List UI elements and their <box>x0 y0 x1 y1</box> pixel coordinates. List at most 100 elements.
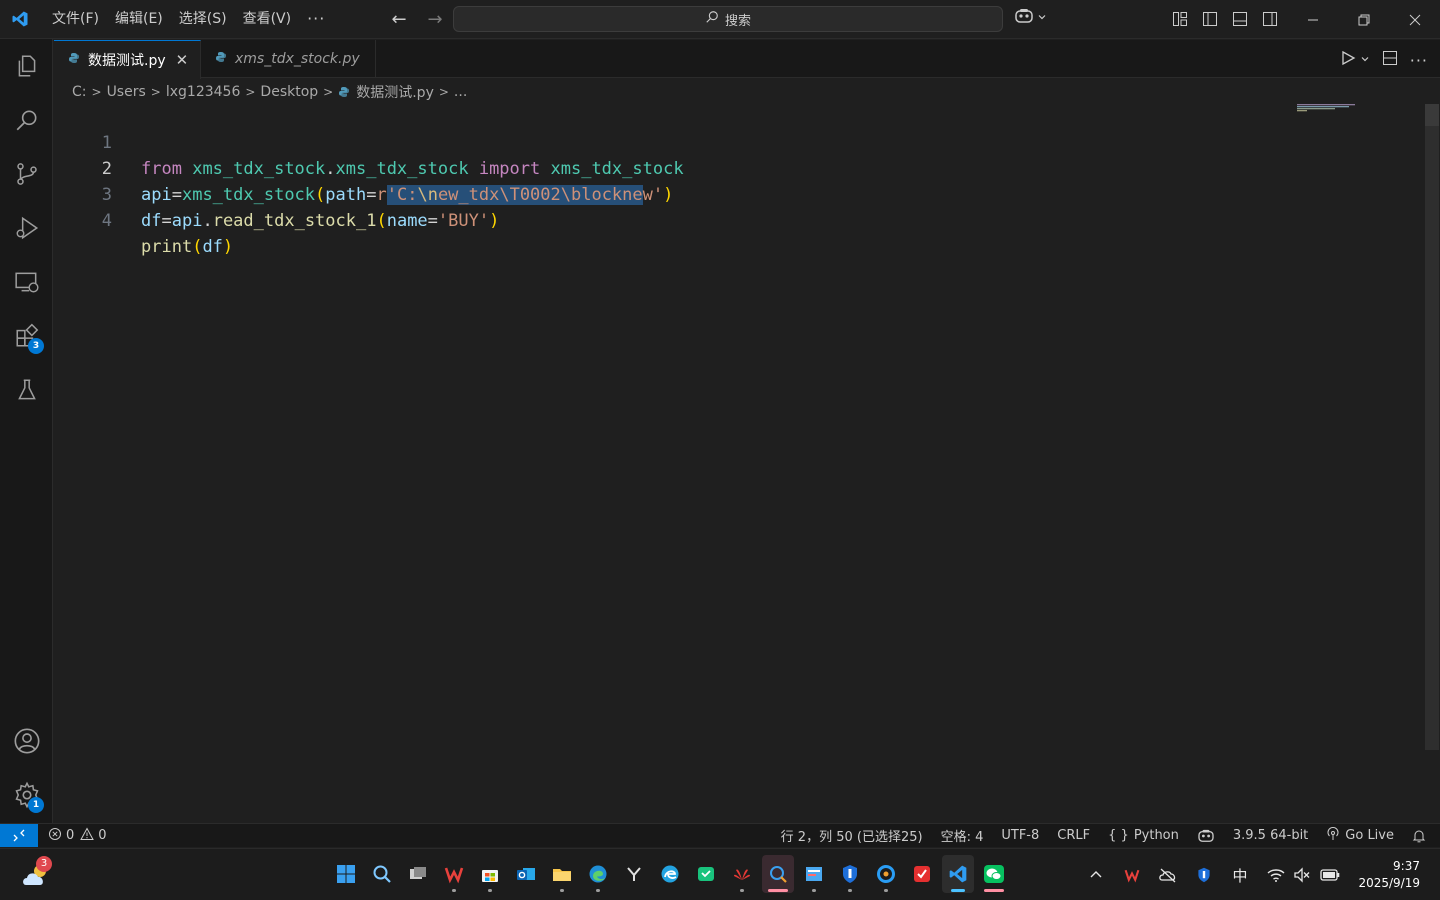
red-app-icon[interactable] <box>906 855 938 893</box>
language-mode[interactable]: { } Python <box>1108 828 1179 843</box>
task-view-icon[interactable] <box>402 855 434 893</box>
chevron-right-icon: > <box>245 85 256 99</box>
line-number: 4 <box>101 211 112 231</box>
minimap[interactable] <box>1297 104 1357 112</box>
explorer-icon[interactable] <box>0 42 53 90</box>
chevron-right-icon: > <box>323 85 334 99</box>
outlook-icon[interactable] <box>510 855 542 893</box>
customize-layout-icon[interactable] <box>1168 6 1192 32</box>
defender-shield-icon[interactable] <box>834 855 866 893</box>
vscode-taskbar-icon[interactable] <box>942 855 974 893</box>
notepad-app-icon[interactable] <box>798 855 830 893</box>
encoding[interactable]: UTF-8 <box>1001 828 1039 843</box>
toggle-primary-sidebar-icon[interactable] <box>1198 6 1222 32</box>
cursor-position[interactable]: 行 2，列 50 (已选择25) <box>781 826 923 845</box>
code-text: api=xms_tdx_stock(path=r'C:\new_tdx\T000… <box>141 185 674 205</box>
toggle-panel-icon[interactable] <box>1228 6 1252 32</box>
messaging-app-icon[interactable] <box>690 855 722 893</box>
restore-icon[interactable] <box>1338 0 1389 39</box>
extensions-icon[interactable]: 3 <box>0 312 53 360</box>
breadcrumb-file[interactable]: 数据测试.py <box>356 82 434 102</box>
accounts-icon[interactable] <box>0 717 53 765</box>
browser-ring-icon[interactable] <box>870 855 902 893</box>
editor-tab-bar: 数据测试.py ✕ xms_tdx_stock.py ··· <box>54 40 1440 79</box>
start-menu-icon[interactable] <box>330 855 362 893</box>
search-view-icon[interactable] <box>0 96 53 144</box>
close-tab-icon[interactable]: ✕ <box>176 51 189 69</box>
show-hidden-icons-chevron-icon[interactable] <box>1084 863 1108 887</box>
manage-gear-icon[interactable]: 1 <box>0 771 53 819</box>
broadcast-icon <box>1326 826 1340 845</box>
command-center-search[interactable]: 搜索 <box>453 6 1003 32</box>
tab-active-file[interactable]: 数据测试.py ✕ <box>54 40 201 79</box>
chevron-right-icon: > <box>438 85 449 99</box>
edge-ai-icon[interactable] <box>654 855 686 893</box>
ai-assistant-icon[interactable] <box>618 855 650 893</box>
notifications-bell-icon[interactable] <box>1412 829 1426 843</box>
menu-selection[interactable]: 选择(S) <box>171 6 235 32</box>
close-window-icon[interactable] <box>1389 0 1440 39</box>
testing-icon[interactable] <box>0 366 53 414</box>
system-clock[interactable]: 9:37 2025/9/19 <box>1358 858 1420 892</box>
remote-explorer-icon[interactable] <box>0 258 53 306</box>
input-method-indicator[interactable]: 中 <box>1228 863 1252 887</box>
search-app-icon[interactable] <box>762 855 794 893</box>
breadcrumb-desktop[interactable]: Desktop <box>260 84 318 100</box>
clock-date: 2025/9/19 <box>1358 876 1420 890</box>
forward-arrow-icon[interactable]: → <box>422 6 448 32</box>
remote-indicator-icon[interactable] <box>0 824 38 847</box>
chevron-right-icon: > <box>150 85 161 99</box>
end-of-line[interactable]: CRLF <box>1057 828 1090 843</box>
battery-charging-icon[interactable] <box>1318 863 1342 887</box>
python-file-icon <box>215 51 227 67</box>
wps-tray-icon[interactable] <box>1120 863 1144 887</box>
code-editor[interactable]: 1 from xms_tdx_stock.xms_tdx_stock impor… <box>54 104 1426 822</box>
breadcrumb-users[interactable]: Users <box>107 84 146 100</box>
minimize-icon[interactable] <box>1287 0 1338 39</box>
indentation[interactable]: 空格: 4 <box>941 826 984 845</box>
python-file-icon <box>68 52 80 68</box>
onedrive-offline-icon[interactable] <box>1156 863 1180 887</box>
search-icon <box>705 10 719 28</box>
menu-file[interactable]: 文件(F) <box>44 6 107 32</box>
menu-more-button[interactable]: ··· <box>299 6 333 32</box>
scrollbar-thumb[interactable] <box>1425 104 1439 126</box>
settings-badge: 1 <box>28 797 44 813</box>
breadcrumb-drive[interactable]: C: <box>72 84 87 100</box>
title-bar: 文件(F) 编辑(E) 选择(S) 查看(V) ··· ← → 搜索 <box>0 0 1440 39</box>
defender-tray-icon[interactable] <box>1192 863 1216 887</box>
code-text: from xms_tdx_stock.xms_tdx_stock import … <box>141 159 684 179</box>
editor-scrollbar[interactable] <box>1425 104 1439 750</box>
problems-indicator[interactable]: 0 0 <box>48 826 107 845</box>
chevron-right-icon: > <box>91 85 102 99</box>
taskbar-search-icon[interactable] <box>366 855 398 893</box>
source-control-icon[interactable] <box>0 150 53 198</box>
file-explorer-icon[interactable] <box>546 855 578 893</box>
back-arrow-icon[interactable]: ← <box>386 6 412 32</box>
more-actions-icon[interactable]: ··· <box>1410 51 1428 70</box>
warning-icon <box>80 826 95 845</box>
wechat-icon[interactable] <box>978 855 1010 893</box>
edge-browser-icon[interactable] <box>582 855 614 893</box>
menu-edit[interactable]: 编辑(E) <box>107 6 171 32</box>
run-options-chevron-icon[interactable] <box>1360 53 1370 68</box>
go-live-button[interactable]: Go Live <box>1326 826 1394 845</box>
menu-view[interactable]: 查看(V) <box>235 6 300 32</box>
wps-office-icon[interactable] <box>438 855 470 893</box>
tab-xms-tdx-stock[interactable]: xms_tdx_stock.py <box>201 40 376 78</box>
copilot-button[interactable] <box>1014 8 1047 28</box>
run-debug-icon[interactable] <box>0 204 53 252</box>
wifi-icon[interactable] <box>1264 863 1288 887</box>
huawei-app-icon[interactable] <box>726 855 758 893</box>
breadcrumb-user[interactable]: lxg123456 <box>166 84 241 100</box>
breadcrumb-symbols[interactable]: ... <box>454 84 467 100</box>
split-editor-icon[interactable] <box>1382 50 1398 70</box>
extensions-badge: 3 <box>28 338 44 354</box>
volume-muted-icon[interactable] <box>1290 863 1314 887</box>
run-file-icon[interactable] <box>1340 50 1356 70</box>
python-interpreter[interactable]: 3.9.5 64-bit <box>1233 828 1308 843</box>
microsoft-store-icon[interactable] <box>474 855 506 893</box>
copilot-status-icon[interactable] <box>1197 829 1215 843</box>
braces-icon: { } <box>1108 828 1129 843</box>
toggle-secondary-sidebar-icon[interactable] <box>1258 6 1282 32</box>
